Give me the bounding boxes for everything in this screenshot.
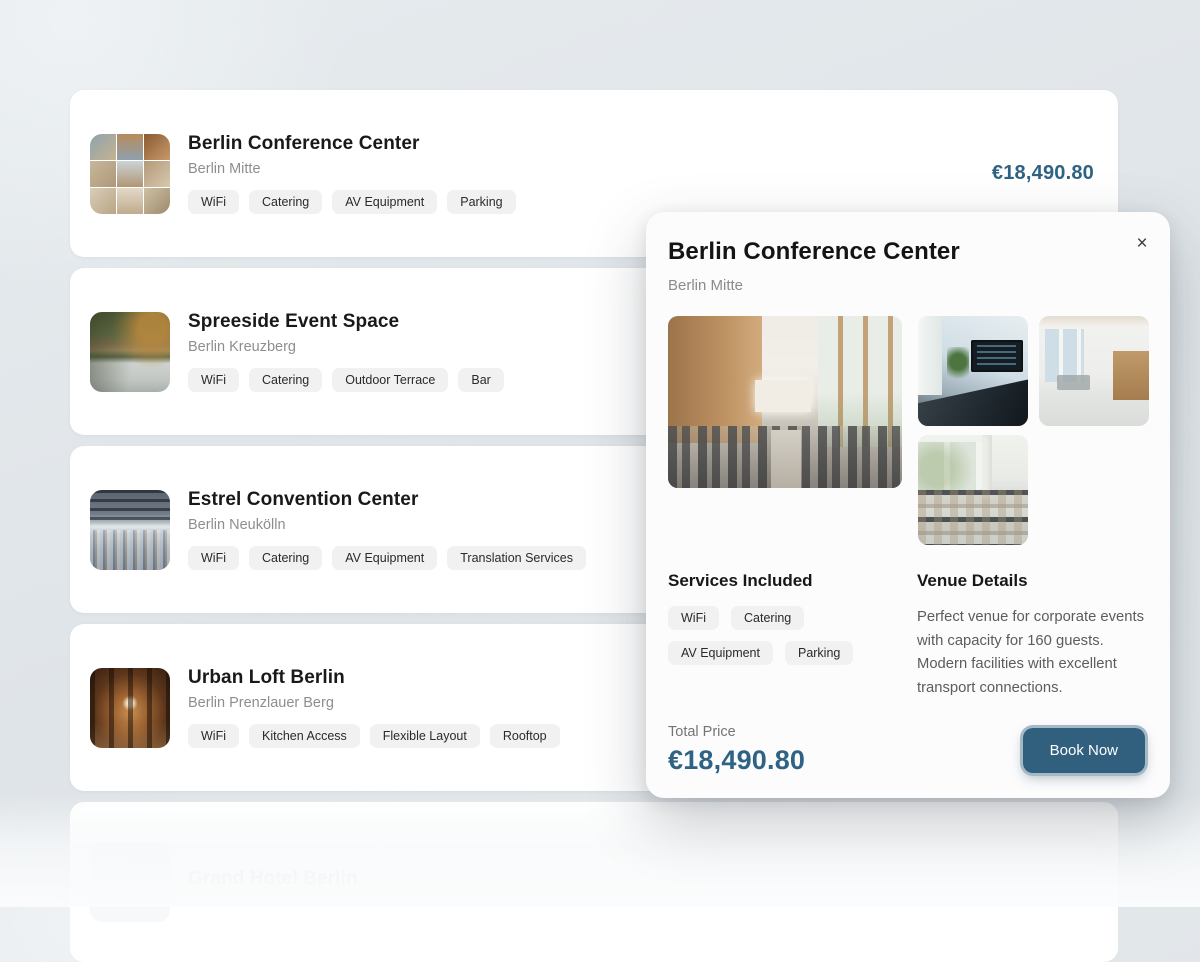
modal-location: Berlin Mitte <box>668 277 1148 294</box>
tag-badge: Rooftop <box>490 724 560 748</box>
venue-tags: WiFi Catering AV Equipment Translation S… <box>188 546 586 570</box>
venue-thumbnail-loft <box>90 668 170 748</box>
venue-details-section: Venue Details Perfect venue for corporat… <box>917 571 1148 700</box>
book-now-button[interactable]: Book Now <box>1023 728 1145 773</box>
service-badge: Catering <box>731 606 804 630</box>
venue-tags: WiFi Kitchen Access Flexible Layout Roof… <box>188 724 560 748</box>
venue-name: Urban Loft Berlin <box>188 667 560 689</box>
venue-details-modal: × Berlin Conference Center Berlin Mitte … <box>646 212 1170 798</box>
gallery-image-meeting-room <box>918 316 1028 426</box>
modal-footer: Total Price €18,490.80 Book Now <box>668 724 1148 776</box>
tag-badge: Catering <box>249 190 322 214</box>
venue-name: Estrel Convention Center <box>188 489 586 511</box>
venue-location: Berlin Neukölln <box>188 517 586 533</box>
tag-badge: AV Equipment <box>332 190 437 214</box>
venue-tags: WiFi Catering Outdoor Terrace Bar <box>188 368 504 392</box>
tag-badge: Translation Services <box>447 546 586 570</box>
close-icon[interactable]: × <box>1126 228 1158 260</box>
service-badge: AV Equipment <box>668 641 773 665</box>
venue-info: Estrel Convention Center Berlin Neukölln… <box>188 489 586 570</box>
venue-thumbnail-faded <box>90 842 170 922</box>
venue-name: Berlin Conference Center <box>188 133 516 155</box>
venue-info: Grand Hotel Berlin <box>188 868 358 896</box>
total-price-label: Total Price <box>668 724 805 740</box>
modal-title: Berlin Conference Center <box>668 238 1148 266</box>
service-badge: Parking <box>785 641 853 665</box>
photo-gallery <box>668 316 1148 545</box>
tag-badge: Outdoor Terrace <box>332 368 448 392</box>
venue-info: Berlin Conference Center Berlin Mitte Wi… <box>188 133 516 214</box>
venue-name: Grand Hotel Berlin <box>188 868 358 890</box>
venue-tags: WiFi Catering AV Equipment Parking <box>188 190 516 214</box>
tag-badge: WiFi <box>188 546 239 570</box>
details-heading: Venue Details <box>917 571 1148 591</box>
venue-location: Berlin Mitte <box>188 161 516 177</box>
modal-sections: Services Included WiFi Catering AV Equip… <box>668 571 1148 700</box>
tag-badge: Kitchen Access <box>249 724 360 748</box>
gallery-image-lobby <box>1039 316 1149 426</box>
venue-thumbnail-exhibition-hall <box>90 490 170 570</box>
gallery-thumbnail-grid <box>918 316 1149 545</box>
service-badge: WiFi <box>668 606 719 630</box>
venue-card-grand-hotel-berlin[interactable]: Grand Hotel Berlin <box>70 802 1118 962</box>
gallery-image-conference-hall <box>668 316 902 488</box>
venue-info: Urban Loft Berlin Berlin Prenzlauer Berg… <box>188 667 560 748</box>
total-price-value: €18,490.80 <box>668 745 805 776</box>
venue-price: €18,490.80 <box>992 162 1094 185</box>
venue-location: Berlin Prenzlauer Berg <box>188 695 560 711</box>
tag-badge: Catering <box>249 368 322 392</box>
tag-badge: WiFi <box>188 368 239 392</box>
venue-thumbnail-collage <box>90 134 170 214</box>
tag-badge: Catering <box>249 546 322 570</box>
total-price-block: Total Price €18,490.80 <box>668 724 805 776</box>
venue-info: Spreeside Event Space Berlin Kreuzberg W… <box>188 311 504 392</box>
services-tags: WiFi Catering AV Equipment Parking <box>668 606 883 665</box>
gallery-image-restaurant <box>918 435 1028 545</box>
tag-badge: AV Equipment <box>332 546 437 570</box>
tag-badge: WiFi <box>188 724 239 748</box>
tag-badge: Flexible Layout <box>370 724 480 748</box>
tag-badge: Bar <box>458 368 503 392</box>
venue-location: Berlin Kreuzberg <box>188 339 504 355</box>
details-text: Perfect venue for corporate events with … <box>917 606 1148 700</box>
services-heading: Services Included <box>668 571 917 591</box>
venue-name: Spreeside Event Space <box>188 311 504 333</box>
services-included-section: Services Included WiFi Catering AV Equip… <box>668 571 917 700</box>
venue-thumbnail-canal <box>90 312 170 392</box>
tag-badge: WiFi <box>188 190 239 214</box>
tag-badge: Parking <box>447 190 515 214</box>
